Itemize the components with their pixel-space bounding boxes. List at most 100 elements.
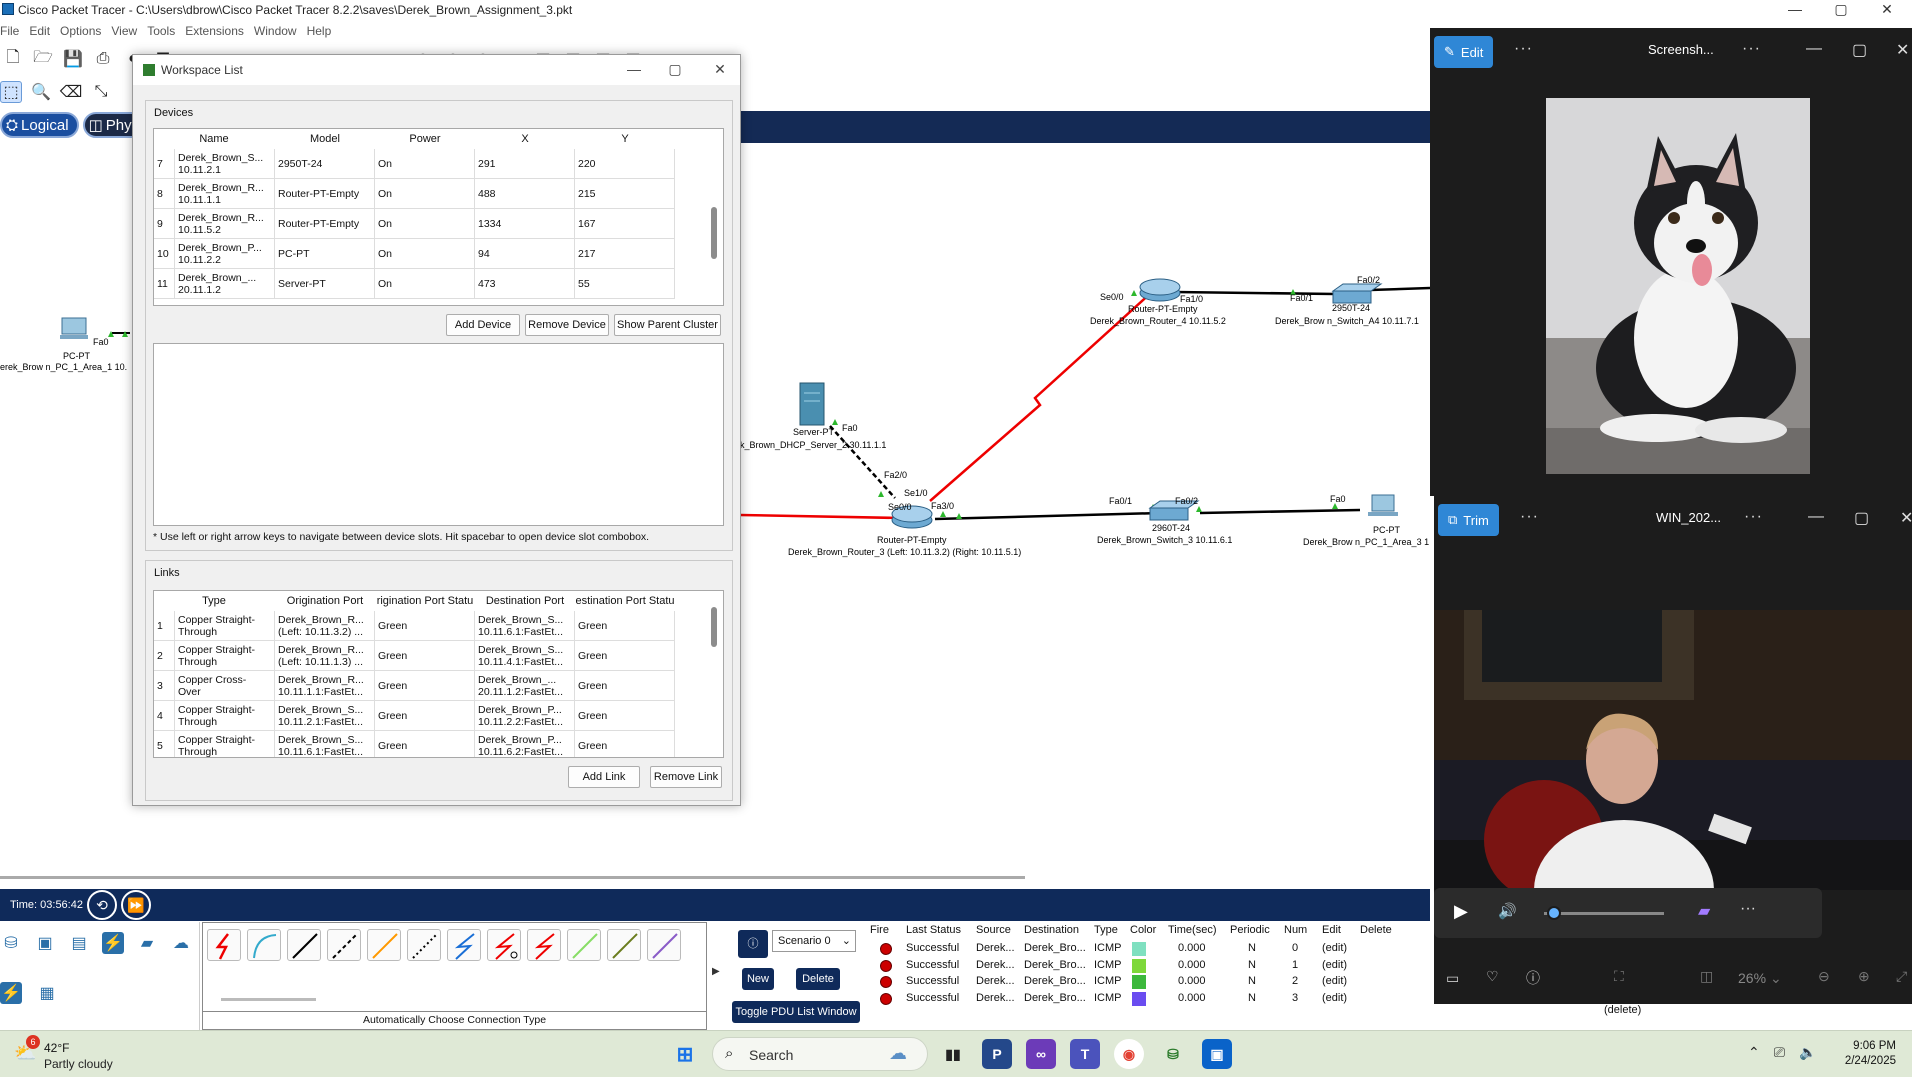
pdu-cell-edit[interactable]: (edit) <box>1322 992 1347 1004</box>
power-cycle-icon[interactable]: ⟲ <box>86 890 117 920</box>
col-model[interactable]: Model <box>275 133 375 145</box>
minimize-icon[interactable]: — <box>1772 0 1818 18</box>
link-server-router3[interactable] <box>829 425 896 499</box>
more-options-icon[interactable]: ··· <box>1520 508 1539 526</box>
link-serial-left[interactable] <box>739 513 901 520</box>
pdu-cell-edit[interactable]: (edit) <box>1322 942 1347 954</box>
fit-screen-icon[interactable]: ⛶ <box>1614 968 1624 985</box>
multiuser-icon[interactable]: ☁ <box>170 932 192 954</box>
minimize-icon[interactable]: — <box>1806 40 1822 58</box>
maximize-icon[interactable]: ▢ <box>1852 40 1867 60</box>
device-row[interactable]: 9 Derek_Brown_R... 10.11.5.2 Router-PT-Emp… <box>154 209 675 239</box>
fire-icon[interactable] <box>880 959 892 972</box>
network-icon[interactable]: ⎚ <box>1774 1044 1785 1061</box>
workspace-scrollbar[interactable] <box>0 876 1025 879</box>
play-icon[interactable]: ▶ <box>1454 901 1468 922</box>
grid-icon[interactable]: ▦ <box>36 982 58 1004</box>
col-power[interactable]: Power <box>375 133 475 145</box>
device-slot-panel[interactable] <box>153 343 724 526</box>
maximize-icon[interactable]: ▢ <box>1818 0 1864 18</box>
chevron-down-icon[interactable]: ⌄ <box>1770 970 1782 987</box>
seek-thumb[interactable] <box>1547 906 1561 920</box>
pdu-cell-edit[interactable]: (edit) <box>1322 975 1347 987</box>
serial-dce-icon[interactable] <box>487 929 521 961</box>
serial-dte-icon[interactable] <box>527 929 561 961</box>
menu-edit[interactable]: Edit <box>29 24 60 38</box>
clipchamp-icon[interactable]: ▰ <box>1698 901 1710 921</box>
taskbar-search[interactable]: ⌕ Search ☁ <box>712 1037 928 1071</box>
palette-scrollbar[interactable] <box>221 998 316 1001</box>
device-row[interactable]: 11 Derek_Brown_... 20.11.1.2 Server-PT On 47… <box>154 269 675 299</box>
devices-table[interactable]: Name Model Power X Y 7 Derek_Brown_S... 1… <box>153 128 724 306</box>
pdu-row[interactable]: Successful Derek... Derek_Bro... ICMP 0.000 N… <box>866 990 1430 1008</box>
iot-custom-cable-icon[interactable] <box>607 929 641 961</box>
info-icon[interactable]: ⓘ <box>738 930 768 958</box>
photos-taskbar-icon[interactable]: ▣ <box>1202 1039 1232 1069</box>
pdu-row[interactable]: Successful Derek... Derek_Bro... ICMP 0.000 N… <box>866 940 1430 958</box>
link-row[interactable]: 4 Copper Straight- Through Derek_Brown_S..… <box>154 701 675 731</box>
filmstrip-icon[interactable]: ▭ <box>1446 970 1459 987</box>
links-scrollbar[interactable] <box>711 607 717 647</box>
end-devices-icon[interactable]: ▣ <box>34 932 56 954</box>
menu-extensions[interactable]: Extensions <box>185 24 254 38</box>
zoom-in-icon[interactable]: ⊕ <box>1858 968 1870 985</box>
panel-expand-icon[interactable]: ▶ <box>712 966 720 977</box>
misc-icon[interactable]: ▰ <box>136 932 158 954</box>
remove-device-button[interactable]: Remove Device <box>525 314 609 336</box>
network-devices-icon[interactable]: ⛁ <box>0 932 22 954</box>
menu-window[interactable]: Window <box>254 24 307 38</box>
coaxial-icon[interactable] <box>447 929 481 961</box>
fire-icon[interactable] <box>880 976 892 988</box>
menu-view[interactable]: View <box>111 24 147 38</box>
minimize-icon[interactable]: — <box>619 61 649 77</box>
menu-file[interactable]: File <box>0 24 29 38</box>
minimize-icon[interactable]: — <box>1808 508 1824 526</box>
task-view-icon[interactable]: ▮▮ <box>938 1039 968 1069</box>
add-device-button[interactable]: Add Device <box>446 314 520 336</box>
close-icon[interactable]: ✕ <box>1896 40 1909 60</box>
close-icon[interactable]: ✕ <box>705 61 735 78</box>
remove-link-button[interactable]: Remove Link <box>650 766 722 788</box>
link-row[interactable]: 2 Copper Straight- Through Derek_Brown_R..… <box>154 641 675 671</box>
menu-options[interactable]: Options <box>60 24 111 38</box>
open-folder-icon[interactable]: 🗁 <box>32 48 54 70</box>
pdu-delete-all-link[interactable]: (delete) <box>1604 1004 1641 1016</box>
phone-cable-icon[interactable] <box>407 929 441 961</box>
usb-cable-icon[interactable] <box>647 929 681 961</box>
link-row[interactable]: 3 Copper Cross- Over Derek_Brown_R... 10.1… <box>154 671 675 701</box>
link-switch4-out[interactable] <box>1369 286 1430 292</box>
cisco-pt-taskbar-icon[interactable]: ⛁ <box>1158 1039 1188 1069</box>
start-icon[interactable]: ⊞ <box>670 1039 700 1069</box>
connections-icon[interactable]: ⚡ <box>102 932 124 954</box>
pdu-row[interactable]: Successful Derek... Derek_Bro... ICMP 0.000 N… <box>866 957 1430 975</box>
zoom-out-icon[interactable]: ⊖ <box>1818 968 1830 985</box>
visual-studio-icon[interactable]: ∞ <box>1026 1039 1056 1069</box>
more-options-icon[interactable]: ··· <box>1742 40 1761 58</box>
add-link-button[interactable]: Add Link <box>568 766 640 788</box>
new-file-icon[interactable]: 🗋 <box>2 48 24 70</box>
col-y[interactable]: Y <box>575 133 675 145</box>
new-scenario-button[interactable]: New <box>742 968 774 990</box>
server-device[interactable] <box>799 382 825 426</box>
col-origination-status[interactable]: rigination Port Statu <box>375 595 475 607</box>
links-table[interactable]: Type Origination Port rigination Port St… <box>153 590 724 758</box>
fiber-icon[interactable] <box>367 929 401 961</box>
print-icon[interactable]: ⎙ <box>92 48 114 70</box>
more-options-icon[interactable]: ··· <box>1744 508 1763 526</box>
tab-logical[interactable]: ⛭ Logical <box>0 112 79 138</box>
switch4-device[interactable] <box>1331 283 1383 304</box>
taskbar-clock[interactable]: 9:06 PM 2/24/2025 <box>1845 1039 1896 1069</box>
pdu-cell-edit[interactable]: (edit) <box>1322 959 1347 971</box>
devices-scrollbar[interactable] <box>711 207 717 259</box>
toggle-pdu-list-button[interactable]: Toggle PDU List Window <box>732 1001 860 1023</box>
select-icon[interactable]: ⬚ <box>0 81 22 103</box>
col-destination-status[interactable]: estination Port Statu <box>575 595 675 607</box>
col-destination-port[interactable]: Destination Port <box>475 595 575 607</box>
link-row[interactable]: 5 Copper Straight- Through Derek_Brown_S..… <box>154 731 675 757</box>
delete-scenario-button[interactable]: Delete <box>796 968 840 990</box>
more-options-icon[interactable]: ··· <box>1740 900 1756 918</box>
close-icon[interactable]: ✕ <box>1900 508 1912 528</box>
snapshot-icon[interactable]: ◫ <box>1700 968 1713 985</box>
device-row[interactable]: 8 Derek_Brown_R... 10.11.1.1 Router-PT-Emp… <box>154 179 675 209</box>
seek-bar[interactable] <box>1544 912 1664 915</box>
